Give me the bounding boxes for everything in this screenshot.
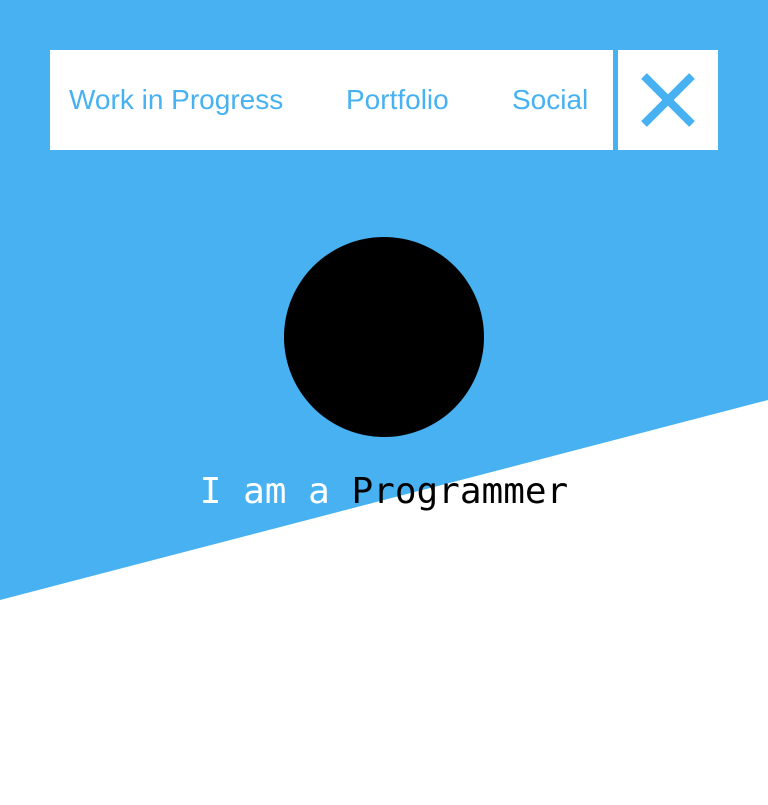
nav-link-portfolio[interactable]: Portfolio: [346, 82, 449, 118]
tagline-role: Programmer: [351, 471, 569, 512]
close-icon: [641, 73, 695, 127]
nav-menu: Work in Progress Portfolio Social: [50, 50, 613, 150]
nav-link-work-in-progress[interactable]: Work in Progress: [69, 82, 283, 118]
nav-link-social[interactable]: Social: [512, 82, 588, 118]
hero-tagline: I am a Programmer: [0, 470, 768, 514]
close-menu-button[interactable]: [618, 50, 718, 150]
avatar: [284, 237, 484, 437]
tagline-prefix: I am a: [199, 471, 352, 512]
